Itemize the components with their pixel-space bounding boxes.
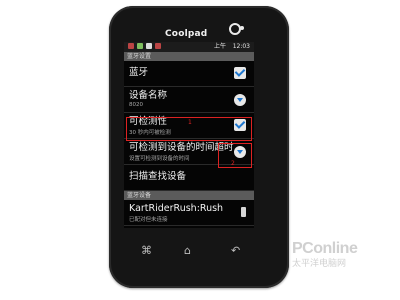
android-icon (137, 43, 143, 49)
device-subtext: 已配对但未连接 (129, 217, 168, 223)
dropdown-arrow-icon[interactable] (234, 94, 246, 106)
watermark: PConline 太平洋电脑网 (292, 240, 358, 269)
setting-label: 设备名称 (129, 90, 168, 101)
section-header-bluetooth-settings: 蓝牙设置 (124, 52, 254, 61)
brand-logo: Coolpad (165, 29, 208, 39)
phone-device-icon (241, 207, 246, 217)
setting-label: 扫描查找设备 (129, 171, 187, 182)
status-time: 12:03 (232, 43, 250, 50)
usb-icon (155, 43, 161, 49)
status-network: 上午 (213, 43, 226, 50)
home-key-icon[interactable]: ⌂ (184, 244, 191, 257)
carrier-logo-icon (229, 23, 244, 35)
device-item[interactable]: KartRiderRush:Rush 已配对但未连接 (124, 200, 254, 226)
menu-key-icon[interactable]: ⌘ (141, 244, 152, 257)
setting-subtext: 设置可检测到设备的时间 (129, 156, 190, 162)
setting-subtext: 8020 (129, 102, 143, 108)
device-label: KartRiderRush:Rush (129, 203, 224, 214)
bluetooth-checkbox[interactable] (234, 67, 246, 79)
notification-icon (128, 43, 134, 49)
setting-label: 蓝牙 (129, 67, 149, 78)
highlight-marker-1: 1 (188, 119, 192, 126)
setting-bluetooth[interactable]: 蓝牙 (124, 61, 254, 87)
mail-icon (146, 43, 152, 49)
setting-device-name[interactable]: 设备名称 8020 (124, 87, 254, 113)
status-bar: 上午 12:03 (124, 42, 254, 52)
highlight-marker-2: 2 (231, 160, 235, 167)
highlight-box-timeout (218, 143, 252, 168)
back-key-icon[interactable]: ↶ (231, 244, 240, 257)
section-header-bluetooth-devices: 蓝牙设备 (124, 191, 254, 200)
setting-scan-devices[interactable]: 扫描查找设备 (124, 165, 254, 191)
